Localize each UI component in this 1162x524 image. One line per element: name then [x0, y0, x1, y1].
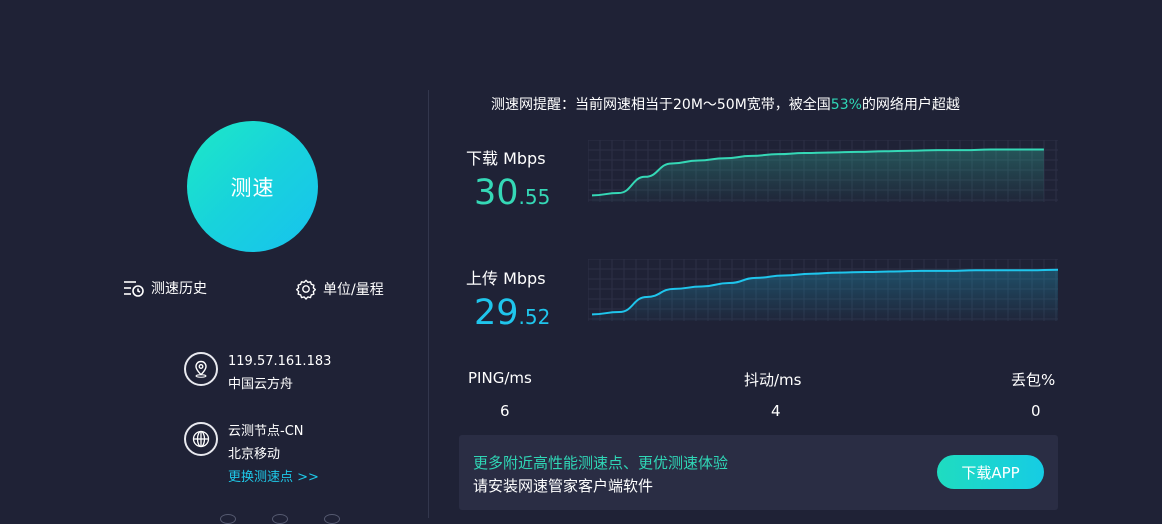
- upload-value-dec: .52: [518, 305, 551, 329]
- globe-icon: [184, 422, 218, 456]
- upload-label: 上传 Mbps: [466, 269, 546, 288]
- loss-value: 0: [1031, 402, 1041, 420]
- carrier-name: 北京移动: [228, 447, 281, 462]
- download-chart: [588, 140, 1058, 202]
- chart-area: [592, 269, 1058, 321]
- jitter-value: 4: [771, 402, 781, 420]
- decor-circle: [272, 514, 288, 524]
- download-label: 下载 Mbps: [466, 149, 546, 168]
- history-icon: [124, 281, 144, 297]
- ip-info: 119.57.161.183 中国云方舟: [184, 350, 331, 396]
- promo-banner: 更多附近高性能测速点、更优测速体验 请安装网速管家客户端软件 下载APP: [459, 435, 1058, 510]
- gear-icon: [295, 279, 317, 300]
- ip-address: 119.57.161.183: [228, 354, 332, 369]
- divider: [428, 90, 429, 518]
- loss-label: 丢包%: [1011, 371, 1056, 389]
- download-value: 30.55: [474, 173, 550, 213]
- tip-percent: 53%: [830, 97, 862, 113]
- decor-circle: [324, 514, 340, 524]
- ping-value: 6: [500, 402, 510, 420]
- history-label: 测速历史: [151, 281, 207, 297]
- jitter-label: 抖动/ms: [744, 371, 802, 389]
- start-test-button[interactable]: 测速: [187, 121, 318, 252]
- tip-suffix: 的网络用户超越: [861, 97, 960, 113]
- speed-tip: 测速网提醒：当前网速相当于20M～50M宽带，被全国53%的网络用户超越: [491, 94, 960, 114]
- node-name: 云测节点-CN: [228, 424, 304, 439]
- location-pin-icon: [184, 352, 218, 386]
- start-test-label: 测速: [230, 175, 275, 200]
- node-info: 云测节点-CN 北京移动 更换测速点 >>: [184, 420, 319, 489]
- tip-prefix: 测速网提醒：当前网速相当于20M～50M宽带，被全国: [491, 97, 831, 113]
- settings-label: 单位/量程: [323, 282, 384, 298]
- isp-name: 中国云方舟: [228, 377, 294, 392]
- settings-button[interactable]: 单位/量程: [295, 278, 384, 300]
- decor-circle: [220, 514, 236, 524]
- download-value-int: 30: [474, 173, 519, 213]
- upload-value: 29.52: [474, 293, 550, 333]
- change-node-link[interactable]: 更换测速点 >>: [228, 466, 319, 489]
- download-value-dec: .55: [518, 185, 551, 209]
- promo-line2: 请安装网速管家客户端软件: [473, 477, 654, 495]
- upload-value-int: 29: [474, 293, 519, 333]
- ping-label: PING/ms: [468, 369, 532, 387]
- promo-line1: 更多附近高性能测速点、更优测速体验: [473, 454, 729, 472]
- upload-chart: [588, 259, 1058, 321]
- download-app-button[interactable]: 下载APP: [937, 455, 1044, 489]
- left-panel: 测速 测速历史 单位/量程 119.57.161.183 中国云方舟 云测节点-…: [0, 0, 428, 524]
- history-button[interactable]: 测速历史: [123, 278, 207, 298]
